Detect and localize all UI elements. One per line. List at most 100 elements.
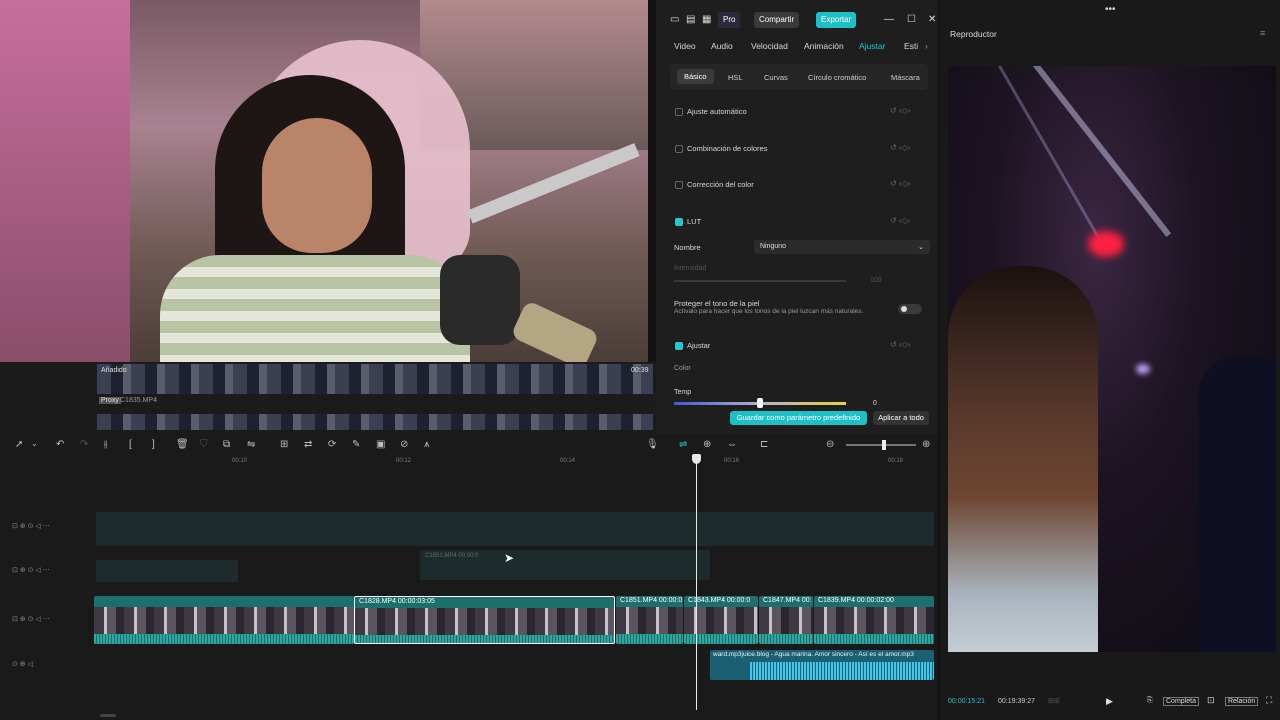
playhead-handle[interactable] bbox=[692, 454, 701, 464]
layout-icon[interactable]: ▭ bbox=[670, 14, 679, 25]
clip-c1851[interactable]: C1851.MP4 00:00:0 bbox=[616, 596, 683, 644]
tab-animation[interactable]: Animación bbox=[804, 41, 844, 51]
crop-icon[interactable]: ⧉ bbox=[223, 439, 230, 450]
subtab-mask[interactable]: Máscara bbox=[891, 73, 920, 82]
clip-frames bbox=[94, 607, 354, 634]
freeze-icon[interactable]: ⊞ bbox=[280, 439, 288, 450]
timecode-format-icon[interactable]: ⊞⊞ bbox=[1048, 697, 1060, 705]
select-tool-dropdown-icon[interactable]: ⌄ bbox=[31, 439, 38, 448]
shortcuts-icon[interactable]: ▤ bbox=[686, 14, 695, 25]
close-icon[interactable]: ✕ bbox=[928, 14, 936, 25]
export-button[interactable]: Exportar bbox=[816, 12, 857, 28]
track-1-lock-icon[interactable]: ⊡ ⊕ ⊙ ◁ ⋯ bbox=[12, 522, 50, 530]
intensity-value[interactable]: 100 bbox=[870, 277, 882, 284]
lut-name-select[interactable]: Ninguno ⌄ bbox=[754, 240, 930, 254]
media-thumbnail-row-1[interactable] bbox=[97, 364, 653, 394]
tabs-more-icon[interactable]: › bbox=[925, 41, 928, 51]
audio-clip[interactable]: ward.mp3juice.blog - Agua marina. Amor s… bbox=[710, 650, 934, 680]
playhead[interactable] bbox=[696, 454, 697, 710]
ghost-video-track-2a[interactable] bbox=[96, 560, 238, 582]
minimize-icon[interactable]: — bbox=[884, 14, 894, 25]
tab-speed[interactable]: Velocidad bbox=[751, 41, 788, 51]
temp-value[interactable]: 0 bbox=[873, 400, 877, 407]
subtab-basic[interactable]: Básico bbox=[677, 69, 714, 84]
magic-icon[interactable]: ✎ bbox=[352, 439, 360, 450]
microphone-icon[interactable]: 🎙 bbox=[646, 439, 659, 450]
track-main-lock-icon[interactable]: ⊡ ⊕ ⊙ ◁ ⋯ bbox=[12, 615, 50, 623]
subtab-color-wheel[interactable]: Círculo cromático bbox=[808, 73, 866, 82]
color-correction-checkbox[interactable] bbox=[675, 181, 683, 189]
shield-icon[interactable]: ⛉ bbox=[200, 439, 208, 450]
mirror-icon[interactable]: ⇋ bbox=[247, 439, 255, 450]
clip-main-1[interactable] bbox=[94, 596, 354, 644]
fullscreen-icon[interactable]: ⛶ bbox=[1266, 695, 1272, 706]
select-tool-icon[interactable]: ➚ bbox=[15, 439, 23, 450]
split-icon[interactable]: ⫲ bbox=[104, 439, 107, 450]
color-combo-controls-icon[interactable]: ↺ ‹◇› bbox=[890, 143, 910, 152]
magnet-icon[interactable]: ⊕ bbox=[703, 439, 711, 450]
skin-protect-toggle[interactable] bbox=[898, 304, 922, 314]
speed-icon[interactable]: ⊘ bbox=[400, 439, 408, 450]
subtab-hsl[interactable]: HSL bbox=[728, 73, 743, 82]
fit-icon[interactable]: ⎘ bbox=[1147, 697, 1153, 705]
rotate-icon[interactable]: ⟳ bbox=[328, 439, 336, 450]
track-audio-lock-icon[interactable]: ⊙ ⊕ ◁ bbox=[12, 660, 33, 668]
intensity-slider[interactable] bbox=[674, 280, 846, 282]
pro-button[interactable]: Pro bbox=[718, 12, 741, 28]
video-red-light bbox=[1088, 231, 1124, 257]
tab-audio[interactable]: Audio bbox=[711, 41, 733, 51]
trim-left-icon[interactable]: [ bbox=[129, 439, 132, 450]
zoom-slider-knob[interactable] bbox=[882, 440, 886, 450]
full-button[interactable]: Completa bbox=[1163, 697, 1199, 706]
zoom-slider[interactable] bbox=[846, 444, 916, 446]
delete-icon[interactable]: 🗑 bbox=[176, 439, 189, 450]
trim-right-icon[interactable]: ] bbox=[152, 439, 155, 450]
subtitle-icon[interactable]: ▣ bbox=[376, 439, 385, 450]
link-icon[interactable]: ⇌ bbox=[679, 439, 687, 450]
temp-slider-knob[interactable] bbox=[757, 398, 763, 408]
zoom-in-icon[interactable]: ⊕ bbox=[922, 439, 930, 450]
media-added-label: Añadido bbox=[101, 367, 127, 374]
auto-adjust-controls-icon[interactable]: ↺ ‹◇› bbox=[890, 106, 910, 115]
audio-split-icon[interactable]: ⩚ bbox=[424, 439, 430, 450]
apply-all-button[interactable]: Aplicar a todo bbox=[873, 411, 929, 425]
ghost-video-track-1[interactable] bbox=[96, 512, 934, 546]
clip-frames bbox=[355, 608, 614, 635]
play-icon[interactable]: ▶ bbox=[1106, 696, 1113, 707]
color-correction-controls-icon[interactable]: ↺ ‹◇› bbox=[890, 179, 910, 188]
video-person-right bbox=[1198, 356, 1276, 652]
more-options-icon[interactable]: ••• bbox=[1105, 4, 1116, 15]
subtab-curves[interactable]: Curvas bbox=[764, 73, 788, 82]
lut-controls-icon[interactable]: ↺ ‹◇› bbox=[890, 216, 910, 225]
webcam-mic-grill bbox=[510, 299, 600, 362]
player-menu-icon[interactable]: ≡ bbox=[1260, 28, 1265, 38]
player-total-time: 00:19:39:27 bbox=[998, 698, 1035, 705]
color-combo-checkbox[interactable] bbox=[675, 145, 683, 153]
zoom-view-icon[interactable]: ⊡ bbox=[1207, 695, 1215, 706]
clip-c1847[interactable]: C1847.MP4 00: bbox=[759, 596, 813, 644]
ratio-button[interactable]: Relación bbox=[1225, 697, 1259, 706]
reverse-icon[interactable]: ⇄ bbox=[304, 439, 312, 450]
maximize-icon[interactable]: ☐ bbox=[907, 14, 916, 25]
redo-icon[interactable]: ↷ bbox=[80, 439, 88, 450]
keyboard-icon[interactable]: ▦ bbox=[702, 14, 711, 25]
clip-selected[interactable]: C1828.MP4 00:00:03:05 bbox=[354, 596, 615, 644]
preview-axis-icon[interactable]: ⊏ bbox=[760, 439, 768, 450]
media-thumbnail-row-2[interactable] bbox=[97, 414, 653, 430]
snap-icon[interactable]: ⇔ bbox=[727, 439, 737, 450]
lut-checkbox[interactable] bbox=[675, 218, 683, 226]
tab-video[interactable]: Video bbox=[674, 41, 696, 51]
save-preset-button[interactable]: Guardar como parámetro predefinido bbox=[730, 411, 867, 425]
tab-style[interactable]: Esti bbox=[904, 41, 918, 51]
track-2-lock-icon[interactable]: ⊡ ⊕ ⊙ ◁ ⋯ bbox=[12, 566, 50, 574]
auto-adjust-checkbox[interactable] bbox=[675, 108, 683, 116]
share-button[interactable]: Compartir bbox=[754, 12, 800, 28]
timeline-scrollbar[interactable] bbox=[100, 714, 116, 717]
clip-c1839[interactable]: C1839.MP4 00:00:02:00 bbox=[814, 596, 934, 644]
undo-icon[interactable]: ↶ bbox=[56, 439, 64, 450]
video-preview[interactable] bbox=[948, 66, 1276, 652]
adjust-section-checkbox[interactable] bbox=[675, 342, 683, 350]
zoom-out-icon[interactable]: ⊖ bbox=[826, 439, 834, 450]
adjust-section-controls-icon[interactable]: ↺ ‹◇› bbox=[890, 340, 910, 349]
tab-adjust[interactable]: Ajustar bbox=[859, 41, 885, 51]
